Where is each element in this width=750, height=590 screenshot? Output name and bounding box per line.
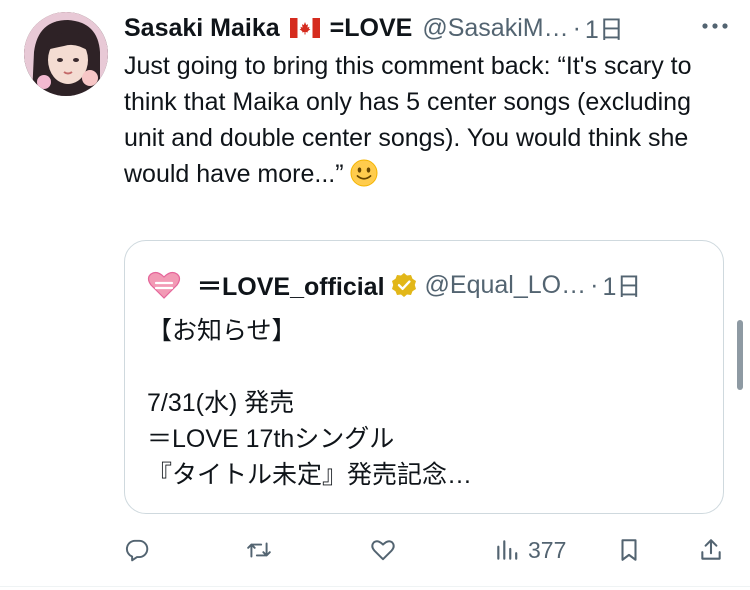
post-text: Just going to bring this comment back: “… [124, 52, 692, 188]
verified-badge-icon [391, 273, 416, 297]
bookmark-button[interactable] [616, 530, 642, 570]
canada-flag-icon [289, 18, 320, 38]
display-name[interactable]: Sasaki Maika [124, 14, 280, 43]
avatar-image [24, 12, 108, 96]
quoted-display-name[interactable]: ＝LOVE_official [197, 267, 385, 303]
action-bar: 377 [124, 530, 734, 570]
handle[interactable]: @SasakiM… [422, 14, 568, 43]
quoted-post-text: 【お知らせ】 7/31(水) 発売 ＝LOVE 17thシングル 『タイトル未定… [147, 317, 473, 489]
quoted-timestamp[interactable]: 1日 [602, 267, 641, 303]
more-icon [702, 23, 728, 29]
scrollbar[interactable] [737, 320, 743, 390]
separator: · [572, 13, 581, 42]
equal-love-logo-icon[interactable] [147, 270, 181, 300]
more-button[interactable] [700, 14, 730, 38]
post-header: Sasaki Maika =LOVE @SasakiM… · 1日 [124, 10, 624, 46]
post-text-container: Just going to bring this comment back: “… [124, 48, 724, 192]
quoted-separator: · [590, 270, 599, 299]
share-button[interactable] [698, 530, 724, 570]
like-icon [371, 540, 395, 561]
views-icon [497, 540, 518, 560]
divider [0, 586, 750, 587]
like-button[interactable] [370, 530, 396, 570]
smile-emoji-icon [350, 159, 378, 187]
reply-icon [125, 539, 149, 562]
quoted-post[interactable]: ＝LOVE_official @Equal_LO… · 1日 【お知らせ】 7/… [124, 240, 724, 514]
display-name-suffix[interactable]: =LOVE [330, 14, 413, 43]
quoted-handle[interactable]: @Equal_LO… [425, 271, 587, 300]
avatar[interactable] [24, 12, 108, 96]
reply-button[interactable] [124, 530, 150, 570]
quoted-post-header: ＝LOVE_official @Equal_LO… · 1日 [147, 267, 641, 303]
views-button[interactable]: 377 [494, 530, 566, 570]
timestamp[interactable]: 1日 [585, 10, 624, 46]
share-icon [701, 539, 721, 560]
bookmark-icon [621, 539, 637, 561]
retweet-icon [247, 542, 271, 558]
views-count: 377 [528, 536, 567, 563]
retweet-button[interactable] [246, 530, 272, 570]
